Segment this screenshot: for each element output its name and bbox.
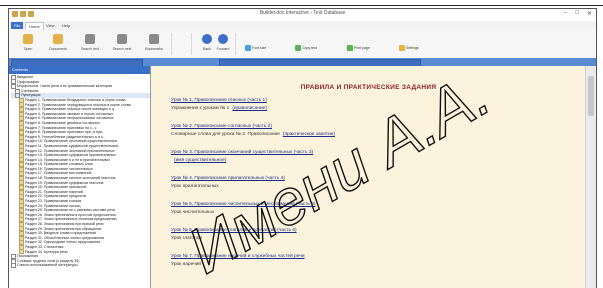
lesson-link[interactable]: Урок № 4. Правописание прилагательных (ч… <box>171 176 285 181</box>
ribbon-button-label: Forward <box>216 47 230 51</box>
ribbon-small-icon <box>399 45 405 52</box>
lesson-subtitle-text: Урок числительных <box>171 210 215 215</box>
ribbon-button-label: Search next <box>112 47 132 51</box>
ribbon-small-button-0[interactable]: Font size <box>245 44 266 52</box>
tree-item[interactable]: Список использованной литературы <box>11 263 150 268</box>
close-button[interactable]: ✕ <box>587 10 592 17</box>
lesson-link[interactable]: Урок № 2. Правописание согласных (часть … <box>171 124 272 129</box>
lesson-subtitle: Урок числительных <box>171 210 217 215</box>
ribbon-separator <box>171 33 172 55</box>
lesson-link[interactable]: Урок № 7. Правописание наречий и служебн… <box>171 254 305 259</box>
maximize-button[interactable]: □ <box>575 10 579 17</box>
lesson-subtitle-link[interactable]: (имя существительное) <box>174 158 226 163</box>
expand-icon <box>11 263 16 268</box>
page-top-border <box>0 0 603 6</box>
ribbon-button-3[interactable]: Search next <box>107 33 137 55</box>
ribbon-small-label: Print page <box>354 46 370 50</box>
lesson-subtitle-text: Словарные слова для урока № 2. Правописа… <box>171 132 280 137</box>
ribbon-button-5[interactable]: Back <box>199 33 215 55</box>
tab-view[interactable]: View <box>43 22 58 29</box>
minimize-button[interactable]: – <box>564 10 567 17</box>
contents-header: Contents <box>9 66 150 74</box>
ribbon-separator <box>235 33 236 55</box>
document-view: ПРАВИЛА И ПРАКТИЧЕСКИЕ ЗАДАНИЯ Урок № 1.… <box>151 66 586 288</box>
window-title: Builder.doc.Interactive - Text Database <box>259 10 346 16</box>
ribbon-button-label: Documents <box>49 47 67 51</box>
ribbon-small-icon <box>295 45 301 52</box>
lesson-link[interactable]: Урок № 6. Правописание глаголов и причас… <box>171 228 297 233</box>
ribbon-button-label: Search text <box>81 47 99 51</box>
ribbon-small-button-1[interactable]: Copy text <box>295 44 317 52</box>
address-strip <box>9 58 596 67</box>
ribbon-small-icon <box>245 45 251 52</box>
lesson-subtitle-text: Урок глаголов <box>171 236 202 241</box>
vertical-scrollbar[interactable] <box>585 66 596 288</box>
lesson-subtitle-link[interactable]: (правописание) <box>232 106 267 111</box>
tab-home[interactable]: Home <box>25 22 44 30</box>
ribbon-small-label: Settings <box>406 46 419 50</box>
ribbon-button-icon <box>53 34 63 44</box>
lesson-subtitle-text: Упражнения к урокам № 1 <box>171 106 230 111</box>
ribbon-button-0[interactable]: Open <box>13 33 43 55</box>
lesson-subtitle-link[interactable]: (практическое занятие) <box>283 132 335 137</box>
ribbon-small-label: Font size <box>252 46 267 50</box>
lesson-link[interactable]: Урок № 5. Правописание числительных и ме… <box>171 202 316 207</box>
ribbon-button-icon <box>117 34 127 44</box>
window-controls: – □ ✕ <box>564 10 592 17</box>
lesson-subtitle-text: Урок наречий <box>171 262 201 267</box>
ribbon: Open Documents Search text Search next Bookm… <box>9 30 596 59</box>
lesson-link[interactable]: Урок № 3. Правописание окончаний существ… <box>171 150 313 155</box>
lesson-subtitle-text: Урок прилагательных <box>171 184 219 189</box>
ribbon-button-2[interactable]: Search text <box>75 33 105 55</box>
ribbon-button-icon <box>218 34 228 44</box>
app-window: Builder.doc.Interactive - Text Database … <box>8 8 597 288</box>
ribbon-button-icon <box>202 34 212 44</box>
ribbon-button-6[interactable]: Forward <box>215 33 231 55</box>
ribbon-small-icon <box>347 45 353 52</box>
ribbon-button-icon <box>23 34 33 44</box>
ribbon-small-button-3[interactable]: Settings <box>399 44 419 52</box>
lesson-subtitle: Упражнения к урокам № 1 (правописание) <box>171 106 267 111</box>
tab-help[interactable]: Help <box>59 22 73 29</box>
tree-item-label: Список использованной литературы <box>17 263 78 268</box>
lesson-subtitle: Словарные слова для урока № 2. Правописа… <box>171 132 335 137</box>
scrollbar-thumb[interactable] <box>588 76 594 116</box>
lesson-subtitle: Урок прилагательных <box>171 184 222 189</box>
lesson-subtitle: (имя существительное) <box>171 158 226 163</box>
tab-file[interactable]: File <box>11 22 24 29</box>
contents-tree: Введение Орфография Морфология. Части речи… <box>9 74 150 268</box>
ribbon-button-label: Back <box>203 47 211 51</box>
lesson-subtitle: Урок глаголов <box>171 236 205 241</box>
ribbon-button-icon <box>149 34 159 44</box>
ribbon-small-button-2[interactable]: Print page <box>347 44 370 52</box>
lesson-link[interactable]: Урок № 1. Правописание гласных (часть 1) <box>171 98 267 103</box>
ribbon-button-1[interactable]: Documents <box>43 33 73 55</box>
ribbon-separator <box>191 33 192 55</box>
ribbon-button-label: Open <box>23 47 33 51</box>
ribbon-button-icon <box>85 34 95 44</box>
ribbon-small-label: Copy text <box>302 46 317 50</box>
contents-panel: Contents Введение Орфография Морфология. Ч… <box>9 66 151 288</box>
lesson-subtitle: Урок наречий <box>171 262 204 267</box>
ribbon-button-label: Bookmarks <box>145 47 163 51</box>
document-heading: ПРАВИЛА И ПРАКТИЧЕСКИЕ ЗАДАНИЯ <box>300 84 437 91</box>
ribbon-button-4[interactable]: Bookmarks <box>139 33 169 55</box>
